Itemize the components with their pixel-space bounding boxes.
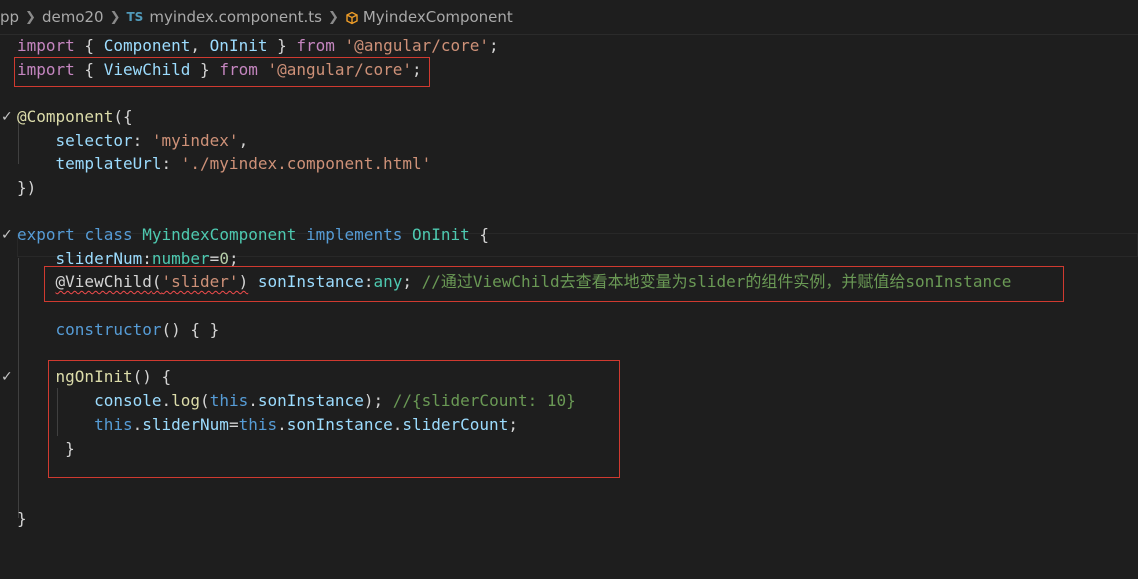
- keyword-class: class: [84, 225, 133, 244]
- chevron-right-icon: ❯: [327, 9, 339, 25]
- chevron-right-icon: ❯: [109, 9, 121, 25]
- property-selector: selector: [55, 131, 133, 150]
- class-name: MyindexComponent: [142, 225, 297, 244]
- keyword-constructor: constructor: [55, 320, 162, 339]
- code-editor[interactable]: import { Component, OnInit } from '@angu…: [0, 34, 1138, 570]
- breadcrumb-symbol[interactable]: MyindexComponent: [363, 8, 513, 26]
- code-line: ✓ @Component({: [0, 105, 1138, 129]
- breadcrumb-app[interactable]: pp: [0, 8, 19, 26]
- keyword-import: import: [17, 36, 75, 55]
- decorator-component: @Component: [17, 107, 114, 126]
- property-templateurl: templateUrl: [55, 154, 162, 173]
- fold-check-icon[interactable]: ✓: [1, 365, 13, 389]
- typescript-file-icon: TS: [126, 10, 144, 24]
- keyword-from: from: [296, 36, 335, 55]
- code-line: }): [17, 178, 37, 197]
- code-line: ✓ export class MyindexComponent implemen…: [0, 223, 1138, 247]
- string-selector: 'myindex': [151, 131, 239, 150]
- string-templateurl: './myindex.component.html': [180, 154, 432, 173]
- fold-check-icon[interactable]: ✓: [1, 105, 13, 129]
- class-symbol-icon: [345, 11, 358, 25]
- identifier-component: Component: [103, 36, 191, 55]
- code-line: import { Component, OnInit } from '@angu…: [17, 36, 499, 55]
- annotation-box-viewchild-decorator: [44, 266, 1064, 302]
- code-line: templateUrl: './myindex.component.html': [55, 154, 432, 173]
- code-line: }: [17, 509, 27, 528]
- annotation-box-ngoninit: [48, 360, 620, 478]
- code-line: constructor() { }: [55, 320, 220, 339]
- keyword-export: export: [17, 225, 75, 244]
- chevron-right-icon: ❯: [25, 9, 36, 25]
- fold-check-icon[interactable]: ✓: [1, 223, 13, 247]
- identifier-oninit: OnInit: [209, 36, 268, 55]
- code-line: selector: 'myindex',: [55, 131, 249, 150]
- breadcrumb-file[interactable]: myindex.component.ts: [149, 8, 322, 26]
- string-angular-core: '@angular/core': [344, 36, 490, 55]
- breadcrumb: pp ❯ demo20 ❯ TS myindex.component.ts ❯ …: [0, 0, 1138, 35]
- keyword-implements: implements: [306, 225, 403, 244]
- interface-oninit: OnInit: [411, 225, 470, 244]
- breadcrumb-folder[interactable]: demo20: [42, 8, 104, 26]
- annotation-box-import-viewchild: [14, 57, 430, 87]
